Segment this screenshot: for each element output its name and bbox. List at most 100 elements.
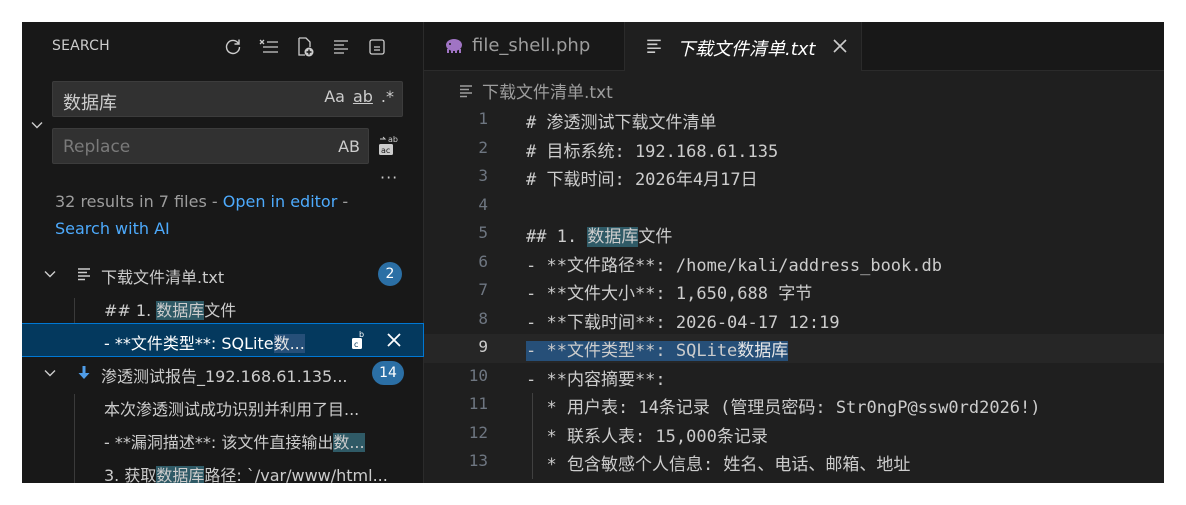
match-text: 本次渗透测试成功识别并利用了目... <box>104 396 359 420</box>
view-as-tree-icon[interactable] <box>328 34 354 60</box>
match-row-selected[interactable]: - **文件类型**: SQLite数... bc <box>22 323 424 357</box>
line-number: 7 <box>478 280 488 299</box>
search-actions <box>220 34 390 60</box>
match-text: - **文件类型**: SQLite数... <box>104 330 305 354</box>
line-pre: ## 1. <box>526 227 588 247</box>
code-line: 8 - **下载时间**: 2026-04-17 12:19 <box>424 306 1164 335</box>
chevron-down-icon[interactable] <box>42 266 58 282</box>
replace-all-icon[interactable]: ab ac <box>376 132 404 160</box>
match-highlight: 数... <box>273 334 305 353</box>
replace-input[interactable]: Replace AB <box>52 128 369 164</box>
line-text: - **下载时间**: 2026-04-17 12:19 <box>526 312 840 333</box>
results-count: 32 results in 7 files - <box>55 192 223 211</box>
replace-match-icon[interactable]: bc <box>349 329 371 351</box>
line-number: 5 <box>478 223 488 242</box>
refresh-icon[interactable] <box>220 34 246 60</box>
text-file-icon <box>78 268 90 281</box>
match-text: 3. 获取数据库路径: `/var/www/html... <box>104 462 388 483</box>
search-input-value: 数据库 <box>63 93 117 114</box>
file-name: 下载文件清单.txt <box>101 268 225 287</box>
line-number: 10 <box>468 365 488 385</box>
match-row[interactable]: ## 1. 数据库文件 <box>22 291 423 324</box>
match-highlight: 数据库 <box>156 466 205 483</box>
sidebar-title: SEARCH <box>52 38 110 54</box>
match-row[interactable]: 3. 获取数据库路径: `/var/www/html... <box>22 456 423 483</box>
line-number: 13 <box>468 451 488 470</box>
line-number: 9 <box>478 337 488 356</box>
code-line: 4 <box>424 192 1164 221</box>
code-line: 1 # 渗透测试下载文件清单 <box>424 106 1164 135</box>
match-highlight: 数据库 <box>156 301 205 320</box>
results-summary: 32 results in 7 files - Open in editor -… <box>55 188 405 242</box>
line-number: 6 <box>478 251 488 271</box>
php-elephant-icon <box>446 39 462 53</box>
match-pre: 3. 获取 <box>104 466 157 483</box>
code-line: 5 ## 1. 数据库文件 <box>424 220 1164 249</box>
match-count-badge: 14 <box>372 361 404 385</box>
use-regex-toggle[interactable]: .* <box>381 87 394 106</box>
code-line: 7 - **文件大小**: 1,650,688 字节 <box>424 277 1164 306</box>
code-line: 3 # 下载时间: 2026年4月17日 <box>424 163 1164 192</box>
collapse-all-icon[interactable] <box>364 34 390 60</box>
line-number: 3 <box>478 166 488 185</box>
line-number: 12 <box>468 422 488 442</box>
code-line: 12 * 联系人表: 15,000条记录 <box>424 420 1164 449</box>
line-text: * 联系人表: 15,000条记录 <box>526 426 768 447</box>
match-count-badge: 2 <box>378 262 402 286</box>
code-line: 6 - **文件路径**: /home/kali/address_book.db <box>424 249 1164 278</box>
search-with-ai-link[interactable]: Search with AI <box>55 219 170 238</box>
editor-area: file_shell.php 下载文件清单.txt 下载文件清单.txt 1 # … <box>424 22 1164 483</box>
match-text: ## 1. 数据库文件 <box>104 297 236 321</box>
tab-file-shell-php[interactable]: file_shell.php <box>424 22 625 70</box>
match-row[interactable]: 本次渗透测试成功识别并利用了目... <box>22 390 423 423</box>
line-text: # 目标系统: 192.168.61.135 <box>526 141 779 162</box>
svg-text:b: b <box>359 330 364 339</box>
breadcrumb-file: 下载文件清单.txt <box>482 83 613 103</box>
selected-text: - **文件类型**: SQLite <box>526 341 738 361</box>
match-pre: - **文件类型**: SQLite <box>104 334 274 353</box>
new-search-editor-icon[interactable] <box>292 34 318 60</box>
close-tab-icon[interactable] <box>831 37 849 55</box>
markdown-download-icon <box>78 366 90 379</box>
code-line-current: 9 - **文件类型**: SQLite数据库 <box>424 334 1164 363</box>
match-pre: - **漏洞描述**: 该文件直接输出 <box>104 433 334 452</box>
match-pre: 本次渗透测试成功识别并利用了目... <box>104 400 360 419</box>
line-text: - **文件大小**: 1,650,688 字节 <box>526 284 813 304</box>
svg-text:ab: ab <box>388 135 398 144</box>
match-whole-word-toggle[interactable]: ab <box>353 87 373 106</box>
code-line: 2 # 目标系统: 192.168.61.135 <box>424 135 1164 164</box>
match-row[interactable]: - **漏洞描述**: 该文件直接输出数... <box>22 423 423 456</box>
search-input[interactable]: 数据库 Aa ab .* <box>52 81 403 117</box>
code-line: 11 * 用户表: 14条记录 (管理员密码: Str0ngP@ssw0rd20… <box>424 391 1164 420</box>
line-post: 文件 <box>638 227 673 247</box>
tab-label: 下载文件清单.txt <box>677 39 816 60</box>
line-text: * 包含敏感个人信息: 姓名、电话、邮箱、地址 <box>526 455 911 475</box>
tab-download-list-txt[interactable]: 下载文件清单.txt <box>625 22 862 71</box>
match-highlight: 数... <box>333 433 365 452</box>
match-highlight: 数据库 <box>737 341 789 361</box>
toggle-replace-chevron-icon[interactable] <box>26 114 48 136</box>
replace-placeholder: Replace <box>63 137 131 157</box>
line-text: - **文件类型**: SQLite数据库 <box>526 336 789 361</box>
search-sidebar: SEARCH 数据库 Aa ab .* Replace AB ab ac ···… <box>22 22 424 483</box>
file-result-row[interactable]: 渗透测试报告_192.168.61.135... 14 <box>22 357 423 390</box>
preserve-case-toggle[interactable]: AB <box>338 137 360 156</box>
line-text: * 用户表: 14条记录 (管理员密码: Str0ngP@ssw0rd2026!… <box>526 398 1041 418</box>
file-result-row[interactable]: 下载文件清单.txt 2 <box>22 258 423 291</box>
summary-separator: - <box>337 192 349 211</box>
line-number: 8 <box>478 308 488 328</box>
line-number: 4 <box>478 194 488 214</box>
open-in-editor-link[interactable]: Open in editor <box>223 192 338 211</box>
line-number: 2 <box>478 137 488 157</box>
clear-results-icon[interactable] <box>256 34 282 60</box>
match-highlight: 数据库 <box>587 227 639 247</box>
text-file-icon <box>460 84 472 97</box>
line-text: # 渗透测试下载文件清单 <box>526 113 717 133</box>
chevron-down-icon[interactable] <box>42 365 58 381</box>
tab-label: file_shell.php <box>472 35 591 56</box>
breadcrumb[interactable]: 下载文件清单.txt <box>458 78 613 103</box>
line-number: 11 <box>468 394 488 413</box>
dismiss-match-icon[interactable] <box>383 329 405 351</box>
match-case-toggle[interactable]: Aa <box>324 87 345 106</box>
more-options-icon[interactable]: ··· <box>380 168 398 187</box>
